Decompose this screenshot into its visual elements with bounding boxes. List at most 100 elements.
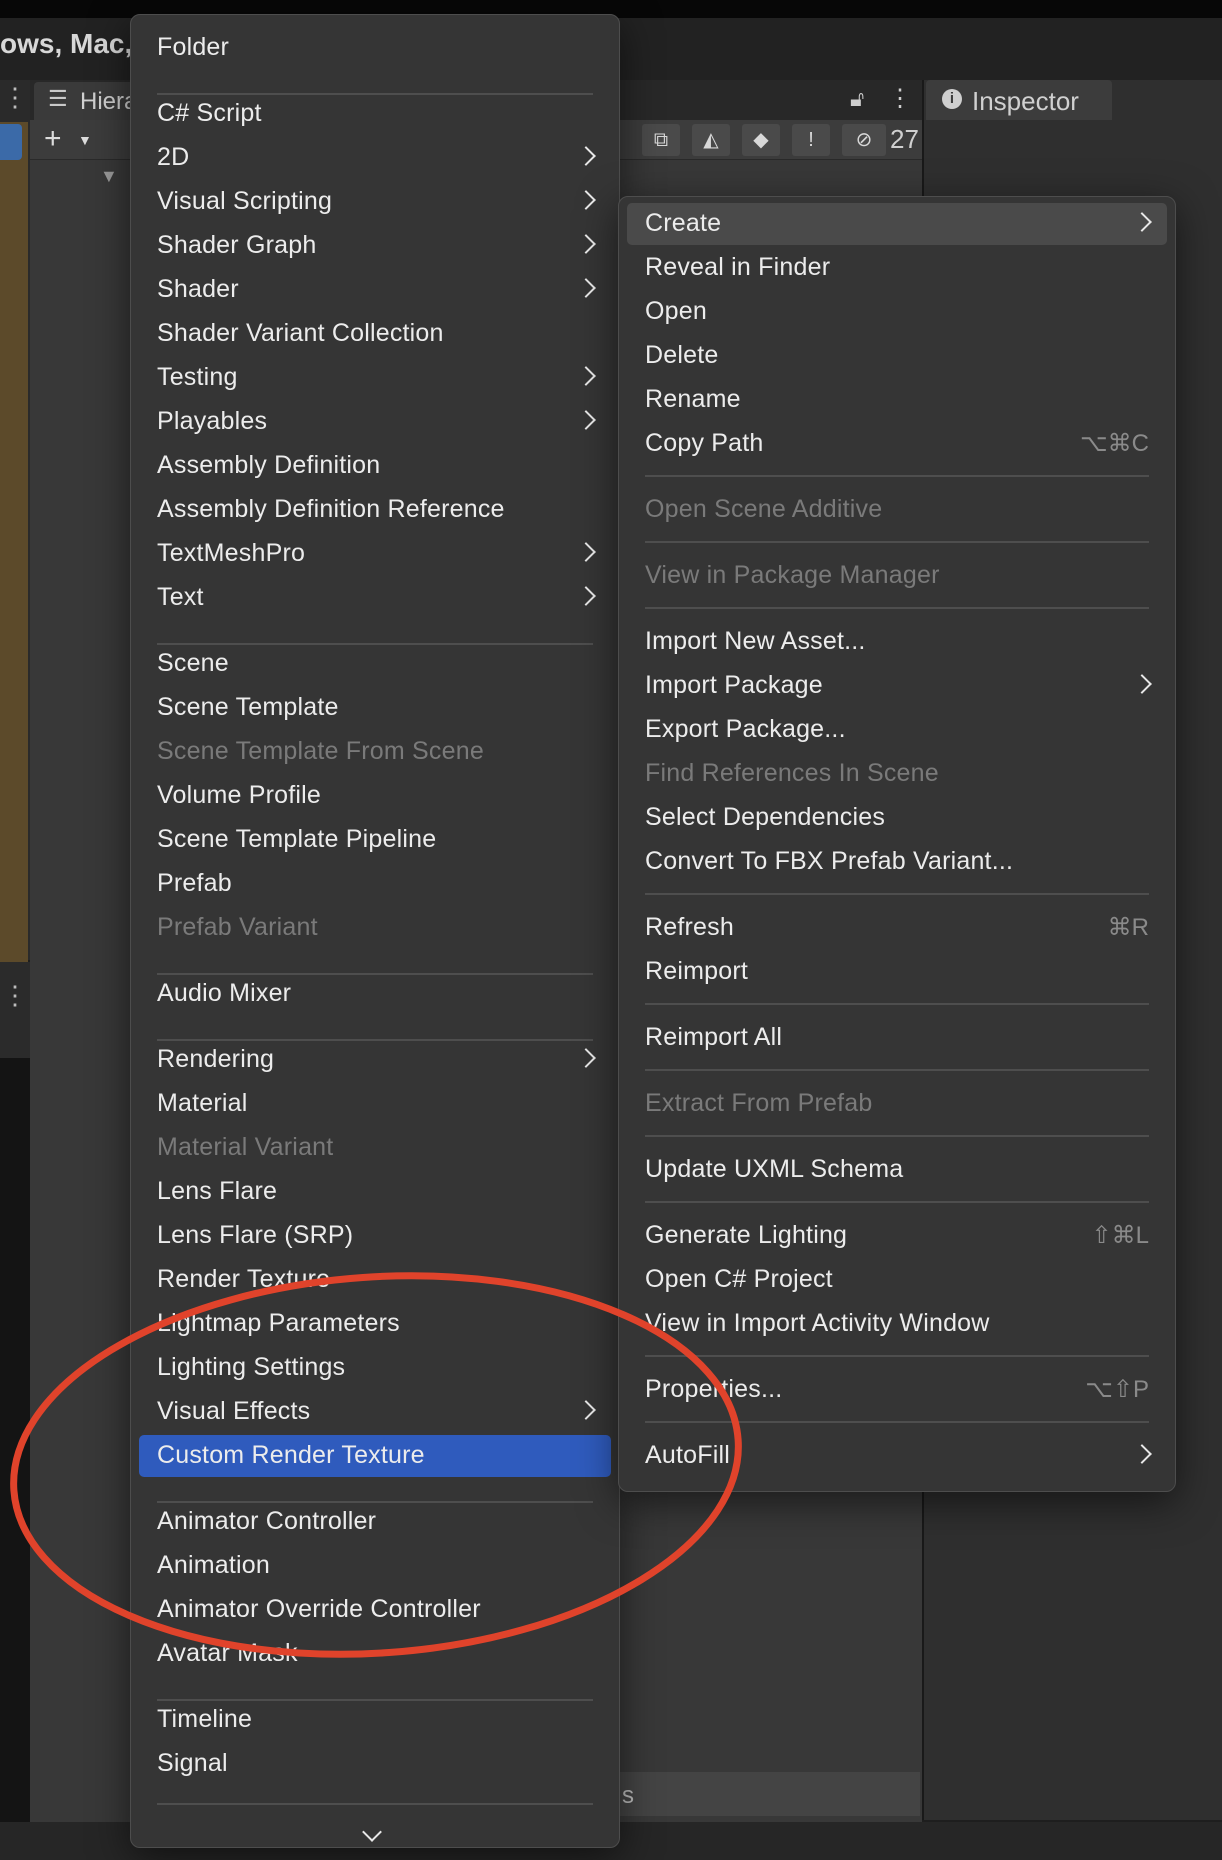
menu-separator xyxy=(645,607,1149,609)
menu-item-assembly-definition[interactable]: Assembly Definition xyxy=(139,445,611,487)
chevron-right-icon xyxy=(576,1048,596,1068)
menu-separator xyxy=(157,1699,593,1701)
menu-item-label: Open C# Project xyxy=(645,1265,833,1293)
menu-item-lighting-settings[interactable]: Lighting Settings xyxy=(139,1347,611,1389)
menu-separator xyxy=(645,475,1149,477)
menu-item-lens-flare[interactable]: Lens Flare xyxy=(139,1171,611,1213)
menu-item-folder[interactable]: Folder xyxy=(139,27,611,69)
filter-by-type-icon[interactable]: ◭ xyxy=(692,124,730,156)
menu-item-c-script[interactable]: C# Script xyxy=(139,93,611,135)
menu-item-render-texture[interactable]: Render Texture xyxy=(139,1259,611,1301)
menu-item-shader-graph[interactable]: Shader Graph xyxy=(139,225,611,267)
menu-item-label: TextMeshPro xyxy=(157,539,306,567)
menu-item-custom-render-texture[interactable]: Custom Render Texture xyxy=(139,1435,611,1477)
menu-item-reimport[interactable]: Reimport xyxy=(627,951,1167,993)
menu-item-delete[interactable]: Delete xyxy=(627,335,1167,377)
create-submenu: Folder C# Script 2D Visual Scripting Shader … xyxy=(130,14,620,1848)
menu-item-label: Lens Flare xyxy=(157,1177,278,1205)
menu-item-visual-scripting[interactable]: Visual Scripting xyxy=(139,181,611,223)
menu-item-label: 2D xyxy=(157,143,190,171)
menu-item-animation[interactable]: Animation xyxy=(139,1545,611,1587)
menu-item-material[interactable]: Material xyxy=(139,1083,611,1125)
menu-item-open[interactable]: Open xyxy=(627,291,1167,333)
shortcut-label: ⌥⌘C xyxy=(1080,430,1149,457)
menu-item-lightmap-parameters[interactable]: Lightmap Parameters xyxy=(139,1303,611,1345)
add-caret-icon[interactable]: ▼ xyxy=(78,132,92,148)
lock-icon[interactable]: 🔓︎ xyxy=(850,86,864,112)
menu-item-textmeshpro[interactable]: TextMeshPro xyxy=(139,533,611,575)
menu-item-update-uxml-schema[interactable]: Update UXML Schema xyxy=(627,1149,1167,1191)
menu-item-import-package[interactable]: Import Package xyxy=(627,665,1167,707)
menu-item-label: Scene Template xyxy=(157,693,339,721)
menu-item-timeline[interactable]: Timeline xyxy=(139,1699,611,1741)
menu-item-label: Create xyxy=(645,209,722,237)
menu-item-label: Copy Path xyxy=(645,429,764,457)
warning-icon[interactable]: ! xyxy=(792,124,830,156)
menu-item-label: View in Package Manager xyxy=(645,561,940,589)
foldout-icon[interactable]: ▼ xyxy=(100,166,118,187)
menu-item-scene-template-pipeline[interactable]: Scene Template Pipeline xyxy=(139,819,611,861)
menu-item-signal[interactable]: Signal xyxy=(139,1743,611,1785)
search-by-type-icon[interactable]: ⧉ xyxy=(642,124,680,156)
menu-item-shader[interactable]: Shader xyxy=(139,269,611,311)
menu-item-avatar-mask[interactable]: Avatar Mask xyxy=(139,1633,611,1675)
menu-item-prefab[interactable]: Prefab xyxy=(139,863,611,905)
menu-item-prefab-variant: Prefab Variant xyxy=(139,907,611,949)
menu-item-testing[interactable]: Testing xyxy=(139,357,611,399)
menu-item-reveal-in-finder[interactable]: Reveal in Finder xyxy=(627,247,1167,289)
menu-item-shader-variant-collection[interactable]: Shader Variant Collection xyxy=(139,313,611,355)
menu-item-rename[interactable]: Rename xyxy=(627,379,1167,421)
menu-item-reimport-all[interactable]: Reimport All xyxy=(627,1017,1167,1059)
chevron-right-icon xyxy=(576,542,596,562)
menu-item-view-in-import-activity-window[interactable]: View in Import Activity Window xyxy=(627,1303,1167,1345)
menu-item-text[interactable]: Text xyxy=(139,577,611,619)
menu-item-label: Find References In Scene xyxy=(645,759,939,787)
menu-item-convert-to-fbx-prefab-variant[interactable]: Convert To FBX Prefab Variant... xyxy=(627,841,1167,883)
menu-item-playables[interactable]: Playables xyxy=(139,401,611,443)
chevron-right-icon xyxy=(576,366,596,386)
menu-item-label: Scene xyxy=(157,649,229,677)
menu-item-label: Reimport All xyxy=(645,1023,783,1051)
scene-view[interactable] xyxy=(0,122,28,962)
menu-item-label: Properties... xyxy=(645,1375,783,1403)
add-icon[interactable]: + xyxy=(44,122,62,156)
menu-item-copy-path[interactable]: Copy Path ⌥⌘C xyxy=(627,423,1167,465)
menu-item-extract-from-prefab: Extract From Prefab xyxy=(627,1083,1167,1125)
menu-item-2d[interactable]: 2D xyxy=(139,137,611,179)
menu-item-scene-template[interactable]: Scene Template xyxy=(139,687,611,729)
menu-separator xyxy=(645,1201,1149,1203)
left-lower-kebab-icon[interactable]: ⋮ xyxy=(2,982,28,1008)
menu-item-select-dependencies[interactable]: Select Dependencies xyxy=(627,797,1167,839)
menu-item-autofill[interactable]: AutoFill xyxy=(627,1435,1167,1477)
menu-item-import-new-asset[interactable]: Import New Asset... xyxy=(627,621,1167,663)
menu-item-open-c-project[interactable]: Open C# Project xyxy=(627,1259,1167,1301)
menu-item-lens-flare-srp[interactable]: Lens Flare (SRP) xyxy=(139,1215,611,1257)
menu-item-properties[interactable]: Properties... ⌥⇧P xyxy=(627,1369,1167,1411)
scroll-down-chevron-icon[interactable] xyxy=(362,1822,382,1842)
scene-dropdown[interactable] xyxy=(0,124,22,160)
menu-item-label: Rendering xyxy=(157,1045,275,1073)
menu-item-label: Extract From Prefab xyxy=(645,1089,873,1117)
menu-item-generate-lighting[interactable]: Generate Lighting ⇧⌘L xyxy=(627,1215,1167,1257)
menu-item-scene[interactable]: Scene xyxy=(139,643,611,685)
menu-item-refresh[interactable]: Refresh ⌘R xyxy=(627,907,1167,949)
chevron-right-icon xyxy=(1132,212,1152,232)
menu-item-animator-controller[interactable]: Animator Controller xyxy=(139,1501,611,1543)
menu-separator xyxy=(645,1003,1149,1005)
hidden-visibility-icon[interactable]: ⊘ xyxy=(842,124,886,156)
panel-kebab-icon[interactable]: ⋮ xyxy=(888,84,912,113)
menu-item-volume-profile[interactable]: Volume Profile xyxy=(139,775,611,817)
menu-item-visual-effects[interactable]: Visual Effects xyxy=(139,1391,611,1433)
menu-item-export-package[interactable]: Export Package... xyxy=(627,709,1167,751)
menu-item-assembly-definition-reference[interactable]: Assembly Definition Reference xyxy=(139,489,611,531)
menu-item-label: Timeline xyxy=(157,1705,253,1733)
scene-kebab-icon[interactable]: ⋮ xyxy=(2,84,28,110)
menu-item-rendering[interactable]: Rendering xyxy=(139,1039,611,1081)
filter-by-label-icon[interactable]: ◆ xyxy=(742,124,780,156)
menu-item-create[interactable]: Create xyxy=(627,203,1167,245)
menu-item-label: Animator Controller xyxy=(157,1507,377,1535)
menu-item-animator-override-controller[interactable]: Animator Override Controller xyxy=(139,1589,611,1631)
menu-item-view-in-package-manager: View in Package Manager xyxy=(627,555,1167,597)
menu-separator xyxy=(645,541,1149,543)
menu-item-audio-mixer[interactable]: Audio Mixer xyxy=(139,973,611,1015)
